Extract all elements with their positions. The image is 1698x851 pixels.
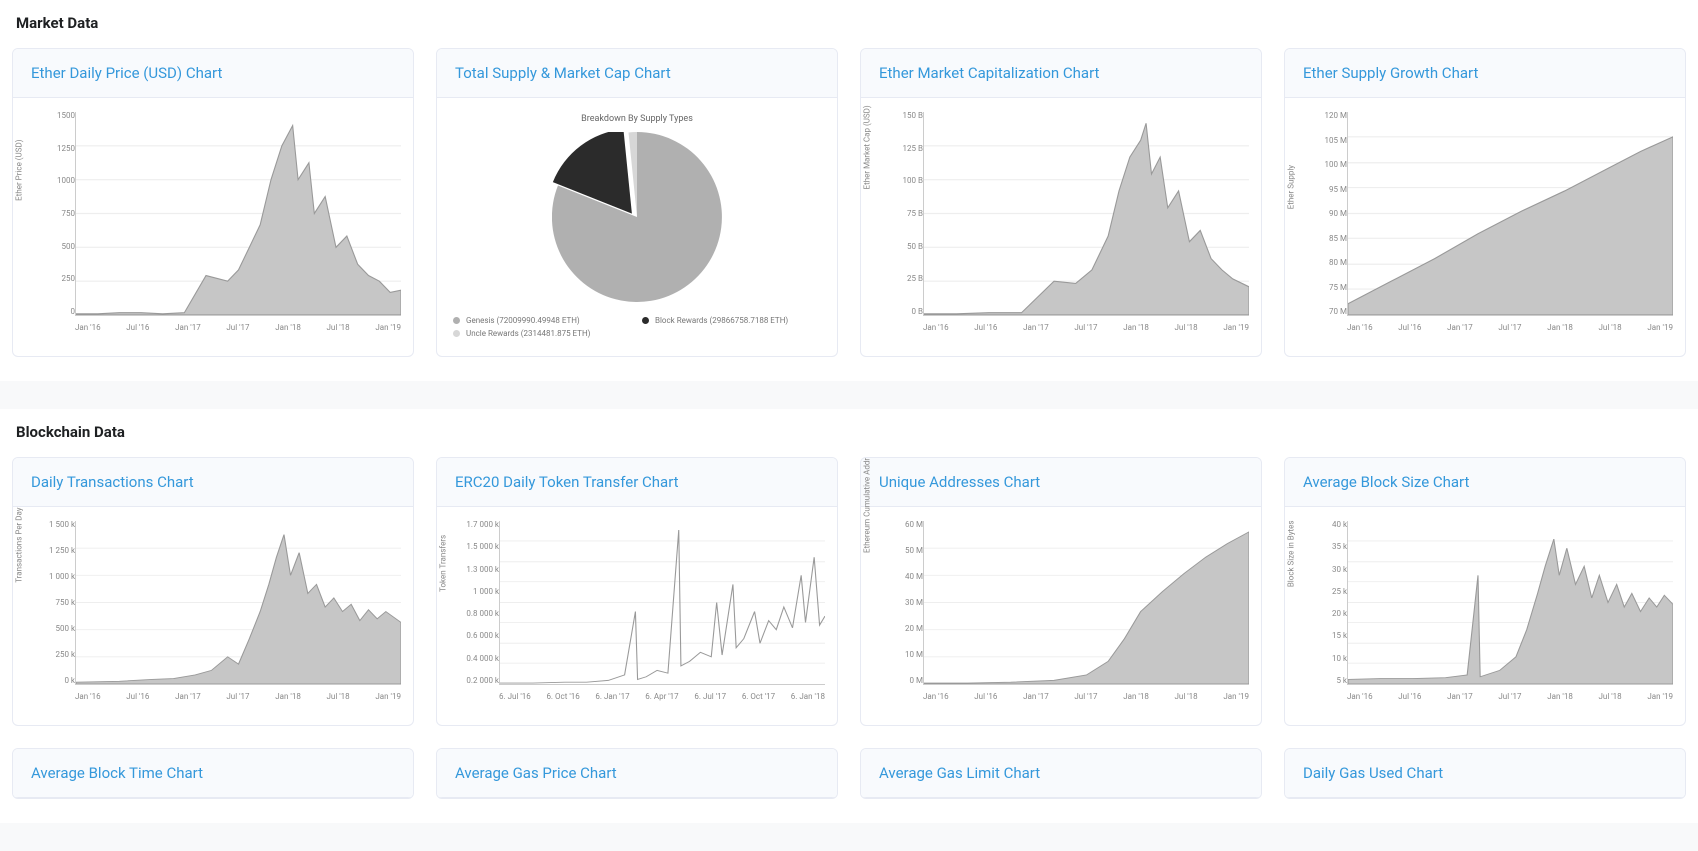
- x-axis: Jan '16Jul '16Jan '17Jul '17Jan '18Jul '…: [75, 323, 401, 332]
- y-axis: 150 B125 B100 B75 B50 B25 B0 B: [887, 112, 923, 316]
- card-erc20-transfer[interactable]: ERC20 Daily Token Transfer Chart Token T…: [436, 457, 838, 726]
- legend-genesis: Genesis (72009990.49948 ETH): [453, 316, 632, 325]
- y-axis: 120 M105 M100 M95 M90 M85 M80 M75 M70 M: [1311, 112, 1347, 316]
- chart-body: Block Size in Bytes 40 k35 k30 k25 k20 k…: [1285, 507, 1685, 725]
- y-axis-label: Token Transfers: [439, 535, 448, 592]
- chart-body: Ether Market Cap (USD) 150 B125 B100 B75…: [861, 98, 1261, 356]
- chart-body: Transactions Per Day 1 500 k1 250 k1 000…: [13, 507, 413, 725]
- card-unique-addresses[interactable]: Unique Addresses Chart Ethereum Cumulati…: [860, 457, 1262, 726]
- y-axis-label: Ethereum Cumulative Address Growth: [863, 457, 872, 553]
- chart-body: Ether Supply 120 M105 M100 M95 M90 M85 M…: [1285, 98, 1685, 356]
- y-axis-label: Transactions Per Day: [15, 507, 24, 582]
- chart-body: Ethereum Cumulative Address Growth 60 M5…: [861, 507, 1261, 725]
- legend-dot-icon: [642, 317, 649, 324]
- card-title-link[interactable]: Daily Transactions Chart: [31, 473, 194, 491]
- section-market-data: Market Data Ether Daily Price (USD) Char…: [0, 0, 1698, 381]
- card-title-link[interactable]: Ether Market Capitalization Chart: [879, 64, 1099, 82]
- card-title-link[interactable]: Ether Supply Growth Chart: [1303, 64, 1478, 82]
- card-header: Ether Daily Price (USD) Chart: [13, 49, 413, 98]
- card-header: Ether Market Capitalization Chart: [861, 49, 1261, 98]
- card-total-supply[interactable]: Total Supply & Market Cap Chart Breakdow…: [436, 48, 838, 357]
- card-daily-transactions[interactable]: Daily Transactions Chart Transactions Pe…: [12, 457, 414, 726]
- card-title-link[interactable]: Ether Daily Price (USD) Chart: [31, 64, 222, 82]
- legend-dot-icon: [453, 330, 460, 337]
- card-ether-price[interactable]: Ether Daily Price (USD) Chart Ether Pric…: [12, 48, 414, 357]
- y-axis: 40 k35 k30 k25 k20 k15 k10 k5 k: [1311, 521, 1347, 685]
- plot-area: [1347, 112, 1673, 316]
- y-axis: 1500125010007505002500: [39, 112, 75, 316]
- card-title-link[interactable]: Average Block Size Chart: [1303, 473, 1469, 491]
- y-axis-label: Block Size in Bytes: [1287, 521, 1296, 588]
- legend-dot-icon: [453, 317, 460, 324]
- chart-body: Breakdown By Supply Types Genesis (72009…: [437, 98, 837, 356]
- chart-body: Token Transfers 1.7 000 k1.5 000 k1.3 00…: [437, 507, 837, 725]
- x-axis: 6. Jul '166. Oct '166. Jan '176. Apr '17…: [499, 692, 825, 701]
- card-supply-growth[interactable]: Ether Supply Growth Chart Ether Supply 1…: [1284, 48, 1686, 357]
- card-title-link[interactable]: Daily Gas Used Chart: [1303, 764, 1443, 782]
- card-block-time[interactable]: Average Block Time Chart: [12, 748, 414, 799]
- card-title-link[interactable]: Average Gas Price Chart: [455, 764, 617, 782]
- section-title-blockchain: Blockchain Data: [12, 423, 1686, 457]
- card-header: Daily Gas Used Chart: [1285, 749, 1685, 798]
- pie-chart: [552, 132, 722, 302]
- y-axis: 1.7 000 k1.5 000 k1.3 000 k1 000 k0.8 00…: [463, 521, 499, 685]
- pie-legend: Genesis (72009990.49948 ETH) Block Rewar…: [447, 316, 827, 338]
- plot-area: [923, 112, 1249, 316]
- section-blockchain-data: Blockchain Data Daily Transactions Chart…: [0, 409, 1698, 823]
- card-header: Unique Addresses Chart: [861, 458, 1261, 507]
- grid-market: Ether Daily Price (USD) Chart Ether Pric…: [12, 48, 1686, 357]
- plot-area: [75, 112, 401, 316]
- plot-area: [1347, 521, 1673, 685]
- card-header: Average Gas Limit Chart: [861, 749, 1261, 798]
- card-title-link[interactable]: Average Gas Limit Chart: [879, 764, 1040, 782]
- x-axis: Jan '16Jul '16Jan '17Jul '17Jan '18Jul '…: [923, 692, 1249, 701]
- card-header: ERC20 Daily Token Transfer Chart: [437, 458, 837, 507]
- grid-blockchain: Daily Transactions Chart Transactions Pe…: [12, 457, 1686, 799]
- chart-body: Ether Price (USD) 1500125010007505002500…: [13, 98, 413, 356]
- x-axis: Jan '16Jul '16Jan '17Jul '17Jan '18Jul '…: [923, 323, 1249, 332]
- card-gas-limit[interactable]: Average Gas Limit Chart: [860, 748, 1262, 799]
- x-axis: Jan '16Jul '16Jan '17Jul '17Jan '18Jul '…: [75, 692, 401, 701]
- card-header: Total Supply & Market Cap Chart: [437, 49, 837, 98]
- y-axis-label: Ether Market Cap (USD): [863, 105, 872, 189]
- y-axis: 60 M50 M40 M30 M20 M10 M0 M: [887, 521, 923, 685]
- card-title-link[interactable]: Average Block Time Chart: [31, 764, 203, 782]
- section-title-market: Market Data: [12, 14, 1686, 48]
- y-axis-label: Ether Supply: [1287, 165, 1296, 209]
- card-market-cap[interactable]: Ether Market Capitalization Chart Ether …: [860, 48, 1262, 357]
- card-title-link[interactable]: ERC20 Daily Token Transfer Chart: [455, 473, 679, 491]
- y-axis-label: Ether Price (USD): [15, 139, 24, 200]
- card-header: Average Block Size Chart: [1285, 458, 1685, 507]
- card-header: Average Gas Price Chart: [437, 749, 837, 798]
- x-axis: Jan '16Jul '16Jan '17Jul '17Jan '18Jul '…: [1347, 323, 1673, 332]
- card-gas-price[interactable]: Average Gas Price Chart: [436, 748, 838, 799]
- card-title-link[interactable]: Unique Addresses Chart: [879, 473, 1040, 491]
- card-block-size[interactable]: Average Block Size Chart Block Size in B…: [1284, 457, 1686, 726]
- legend-uncle: Uncle Rewards (2314481.875 ETH): [453, 329, 632, 338]
- card-title-link[interactable]: Total Supply & Market Cap Chart: [455, 64, 671, 82]
- plot-area: [499, 521, 825, 685]
- plot-area: [923, 521, 1249, 685]
- y-axis: 1 500 k1 250 k1 000 k750 k500 k250 k0 k: [39, 521, 75, 685]
- pie-title: Breakdown By Supply Types: [447, 114, 827, 124]
- card-header: Ether Supply Growth Chart: [1285, 49, 1685, 98]
- card-header: Daily Transactions Chart: [13, 458, 413, 507]
- card-gas-used[interactable]: Daily Gas Used Chart: [1284, 748, 1686, 799]
- x-axis: Jan '16Jul '16Jan '17Jul '17Jan '18Jul '…: [1347, 692, 1673, 701]
- card-header: Average Block Time Chart: [13, 749, 413, 798]
- plot-area: [75, 521, 401, 685]
- legend-block: Block Rewards (29866758.7188 ETH): [642, 316, 821, 325]
